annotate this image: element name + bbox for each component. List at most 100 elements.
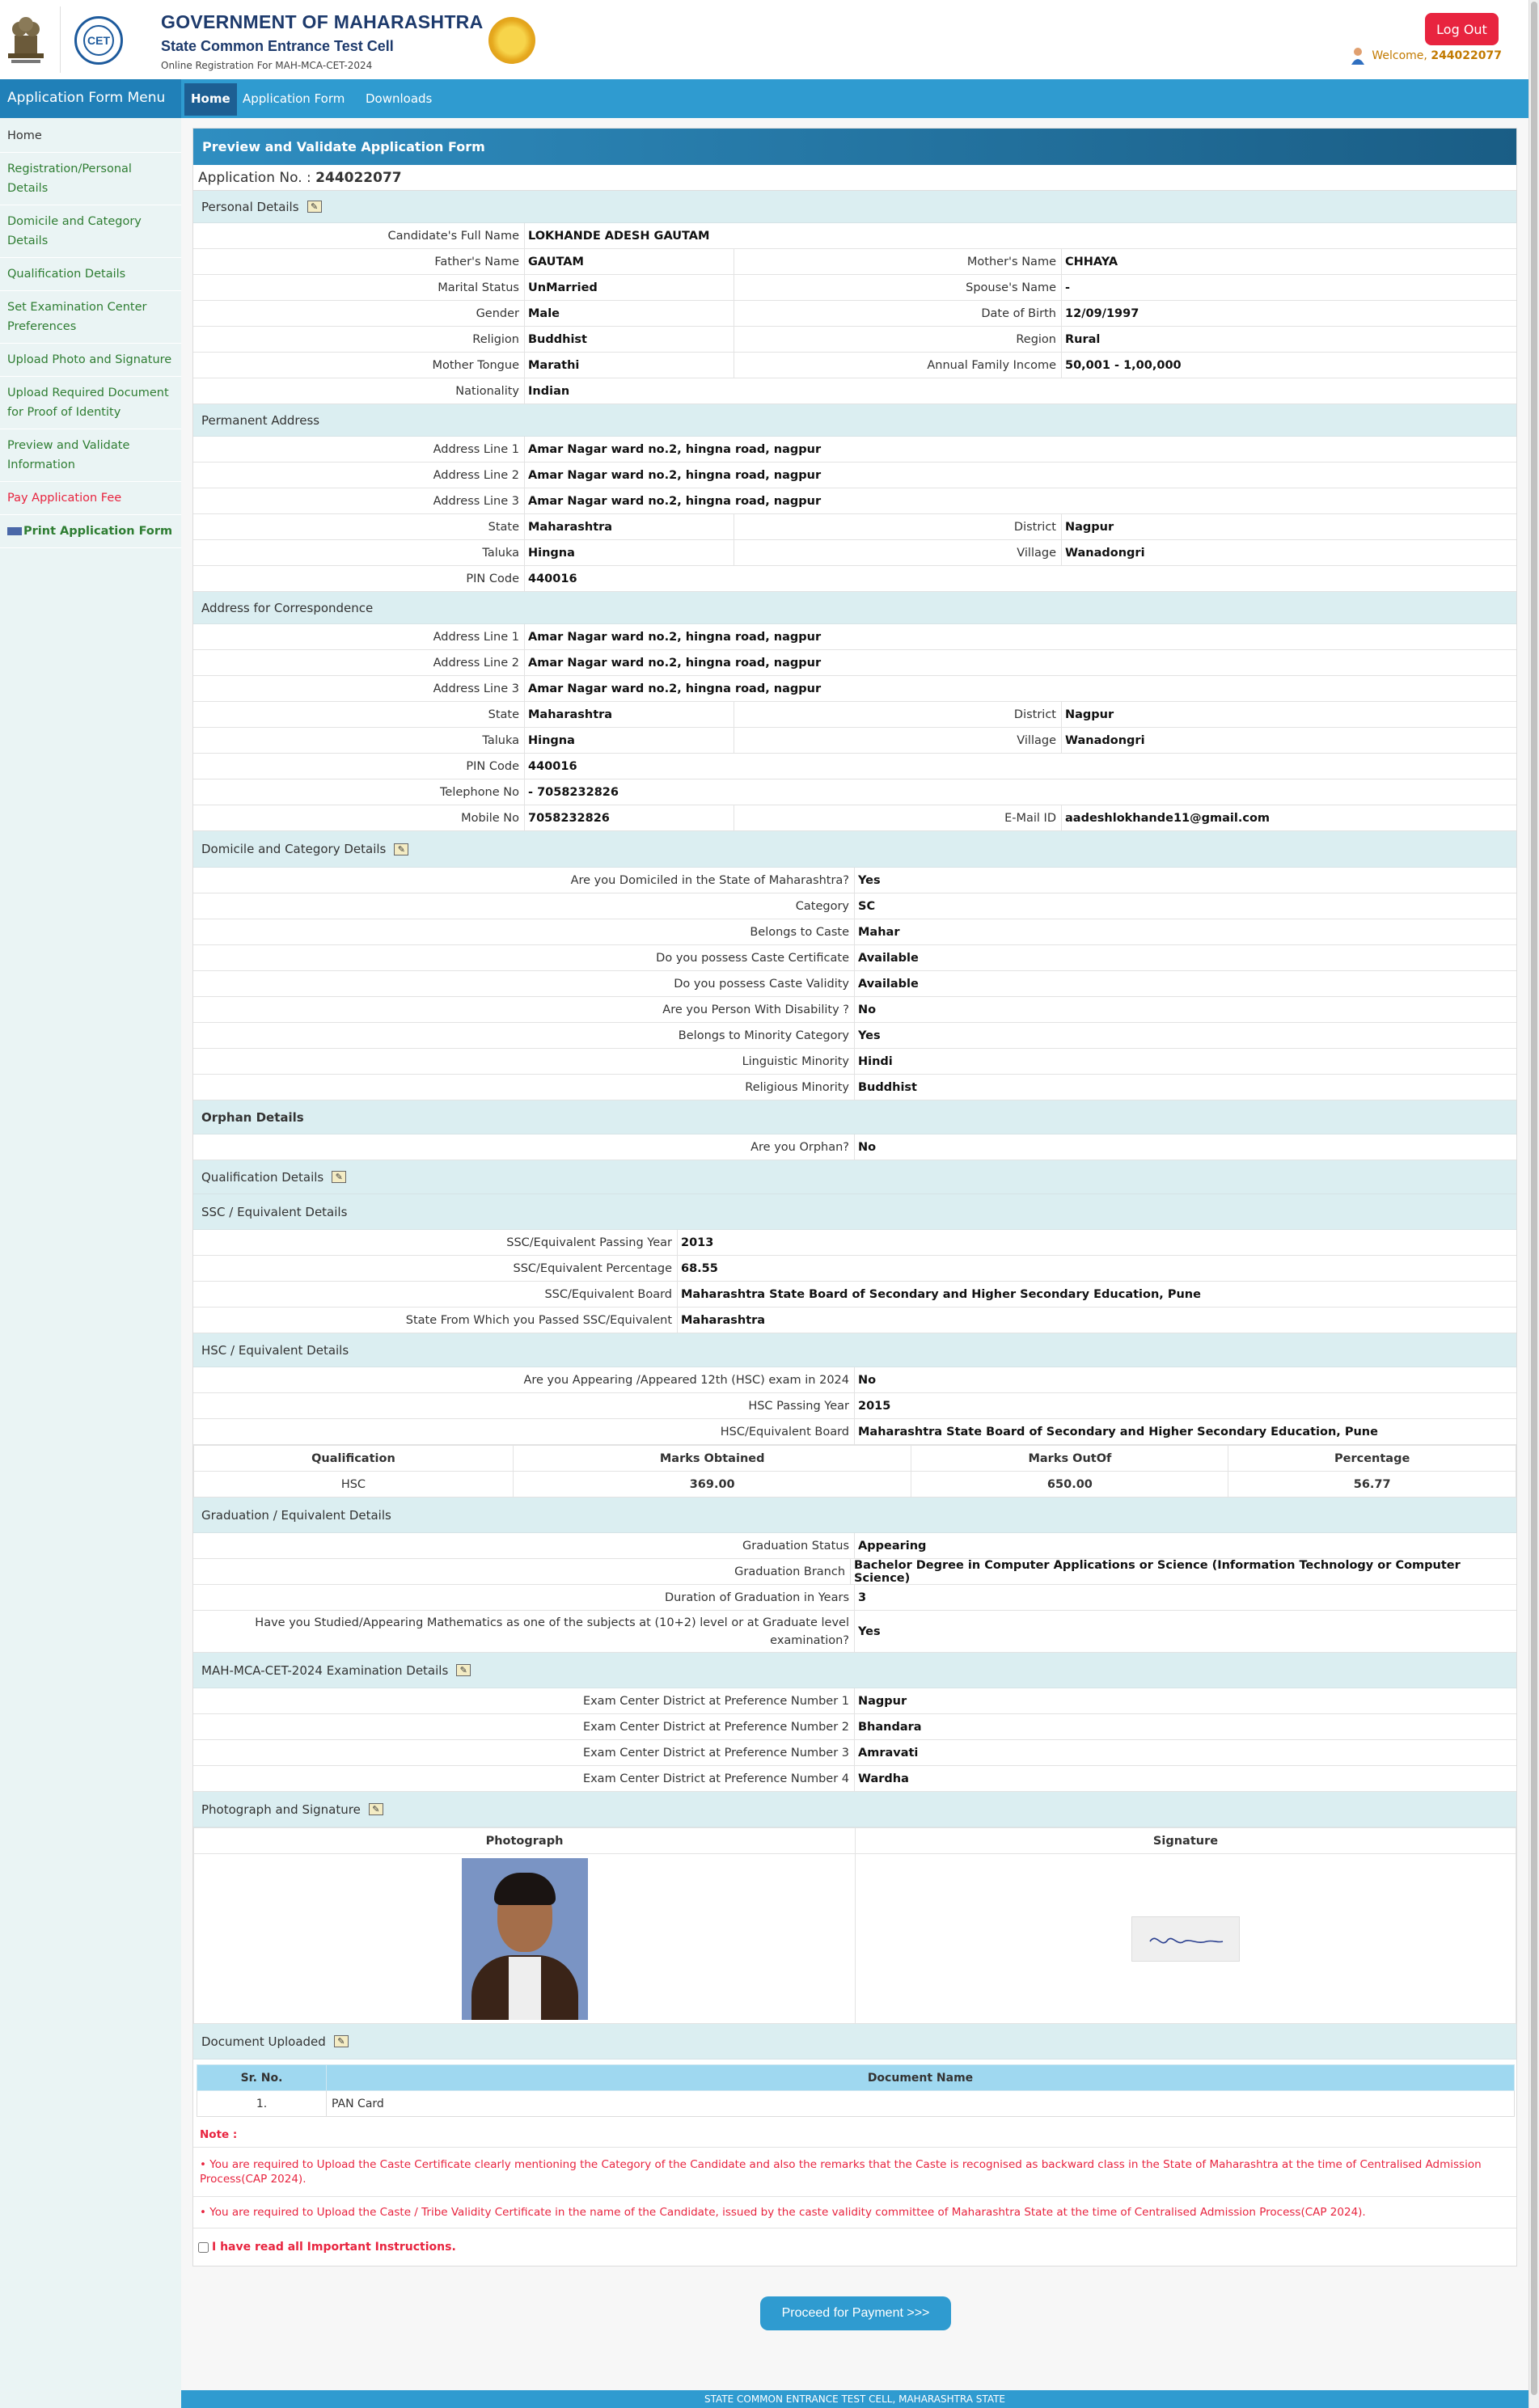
row-caste-certificate: Do you possess Caste Certificate Availabl… (193, 945, 1516, 971)
row-category: Category SC (193, 893, 1516, 919)
label: District (734, 514, 1062, 539)
sidebar-item-qualification[interactable]: Qualification Details (0, 258, 181, 291)
label: Are you Appearing /Appeared 12th (HSC) e… (193, 1367, 855, 1392)
section-title: Document Uploaded (201, 2034, 326, 2049)
section-title: Qualification Details (201, 1169, 324, 1185)
label: Nationality (193, 378, 525, 403)
cell-qualification: HSC (193, 1471, 514, 1498)
value: Amar Nagar ward no.2, hingna road, nagpu… (528, 656, 822, 670)
header-sr-no: Sr. No. (197, 2064, 327, 2091)
value: Amar Nagar ward no.2, hingna road, nagpu… (528, 630, 822, 644)
value: Hingna (525, 540, 734, 565)
label: Are you Domiciled in the State of Mahara… (193, 868, 855, 893)
sidebar-item-pay-fee[interactable]: Pay Application Fee (0, 482, 181, 515)
sidebar-item-upload-photo[interactable]: Upload Photo and Signature (0, 344, 181, 377)
label: Graduation Branch (193, 1559, 852, 1584)
label: Mobile No (193, 805, 525, 830)
label: Have you Studied/Appearing Mathematics a… (193, 1611, 855, 1652)
value: Nagpur (1065, 520, 1114, 534)
nav-application-form[interactable]: Application Form (236, 83, 351, 116)
value: SC (858, 899, 876, 913)
instructions-label[interactable]: I have read all Important Instructions. (212, 2241, 456, 2254)
row-linguistic: Linguistic Minority Hindi (193, 1049, 1516, 1075)
proceed-payment-button[interactable]: Proceed for Payment >>> (760, 2296, 951, 2330)
nav-downloads[interactable]: Downloads (359, 83, 438, 116)
header-marks-obtained: Marks Obtained (512, 1445, 912, 1472)
row-ssc-year: SSC/Equivalent Passing Year 2013 (193, 1230, 1516, 1256)
value: GAUTAM (525, 249, 734, 274)
sidebar-item-print[interactable]: Print Application Form (0, 515, 181, 548)
edit-icon[interactable]: ✎ (368, 1803, 383, 1815)
section-personal-details: Personal Details ✎ (193, 191, 1516, 223)
scrollbar[interactable] (1528, 0, 1539, 2408)
label: Village (734, 728, 1062, 753)
footer: STATE COMMON ENTRANCE TEST CELL, MAHARAS… (181, 2390, 1528, 2408)
user-icon (1351, 48, 1364, 65)
sidebar-item-exam-center[interactable]: Set Examination Center Preferences (0, 291, 181, 344)
row-grad-branch: Graduation Branch Bachelor Degree in Comp… (193, 1559, 1516, 1585)
value: Available (858, 951, 919, 965)
row-orphan: Are you Orphan? No (193, 1134, 1516, 1160)
nav-home[interactable]: Home (184, 83, 237, 116)
label: Address Line 2 (193, 650, 525, 675)
value: No (858, 1140, 877, 1154)
row-caste-validity: Do you possess Caste Validity Available (193, 971, 1516, 997)
section-documents: Document Uploaded ✎ (193, 2024, 1516, 2059)
cet-logo-icon: CET (74, 16, 123, 65)
edit-icon[interactable]: ✎ (456, 1664, 471, 1676)
value: CHHAYA (1065, 255, 1118, 268)
table-header: Photograph Signature (193, 1827, 1516, 1854)
table-row: HSC 369.00 650.00 56.77 (193, 1471, 1516, 1498)
header: CET GOVERNMENT OF MAHARASHTRA State Comm… (0, 0, 1539, 79)
section-title: HSC / Equivalent Details (201, 1342, 349, 1358)
row-grad-maths: Have you Studied/Appearing Mathematics a… (193, 1611, 1516, 1653)
value: Yes (858, 1029, 881, 1042)
row-corr-a1: Address Line 1 Amar Nagar ward no.2, hing… (193, 624, 1516, 650)
value: Bhandara (858, 1720, 922, 1734)
section-title: Permanent Address (201, 412, 320, 428)
value: Rural (1065, 332, 1101, 346)
edit-icon[interactable]: ✎ (307, 201, 322, 213)
scrollbar-thumb[interactable] (1531, 2, 1537, 2395)
logout-button[interactable]: Log Out (1425, 13, 1499, 45)
instructions-checkbox[interactable] (198, 2241, 209, 2253)
sidebar-item-domicile[interactable]: Domicile and Category Details (0, 205, 181, 258)
row-perm-taluka: Taluka Hingna Village Wanadongri (193, 540, 1516, 566)
sidebar-item-home[interactable]: Home (0, 126, 181, 153)
edit-icon[interactable]: ✎ (332, 1171, 347, 1183)
row-perm-state: State Maharashtra District Nagpur (193, 514, 1516, 540)
value: UnMarried (525, 275, 734, 300)
label: State (193, 514, 525, 539)
printer-icon (7, 527, 22, 535)
application-number: Application No. : 244022077 (193, 165, 1516, 191)
value: No (858, 1373, 877, 1387)
sidebar-item-preview[interactable]: Preview and Validate Information (0, 429, 181, 482)
label: Address Line 2 (193, 463, 525, 488)
section-graduation: Graduation / Equivalent Details (193, 1498, 1516, 1533)
edit-icon[interactable]: ✎ (333, 2035, 349, 2047)
row-exam-pref-2: Exam Center District at Preference Numbe… (193, 1714, 1516, 1740)
sidebar-item-registration[interactable]: Registration/Personal Details (0, 153, 181, 205)
edit-icon[interactable]: ✎ (394, 843, 409, 855)
value: Amravati (858, 1746, 919, 1760)
value: - (1065, 281, 1071, 294)
label: Date of Birth (734, 301, 1062, 326)
label: Taluka (193, 540, 525, 565)
label: Region (734, 327, 1062, 352)
label: Exam Center District at Preference Numbe… (193, 1766, 855, 1791)
label: E-Mail ID (734, 805, 1062, 830)
row-corr-a2: Address Line 2 Amar Nagar ward no.2, hing… (193, 650, 1516, 676)
row-corr-pin: PIN Code 440016 (193, 754, 1516, 779)
label: SSC/Equivalent Percentage (193, 1256, 678, 1281)
value: Amar Nagar ward no.2, hingna road, nagpu… (528, 682, 822, 695)
label: Are you Orphan? (193, 1134, 855, 1160)
value: Buddhist (858, 1080, 917, 1094)
label: Exam Center District at Preference Numbe… (193, 1740, 855, 1765)
sidebar-item-upload-document[interactable]: Upload Required Document for Proof of Id… (0, 377, 181, 429)
label: Marital Status (193, 275, 525, 300)
section-title: MAH-MCA-CET-2024 Examination Details (201, 1662, 449, 1678)
row-ssc-percent: SSC/Equivalent Percentage 68.55 (193, 1256, 1516, 1282)
value: 3 (858, 1591, 867, 1604)
cell-percentage: 56.77 (1228, 1471, 1516, 1498)
hsc-marks-table: Qualification Marks Obtained Marks OutOf Pe… (193, 1445, 1516, 1498)
